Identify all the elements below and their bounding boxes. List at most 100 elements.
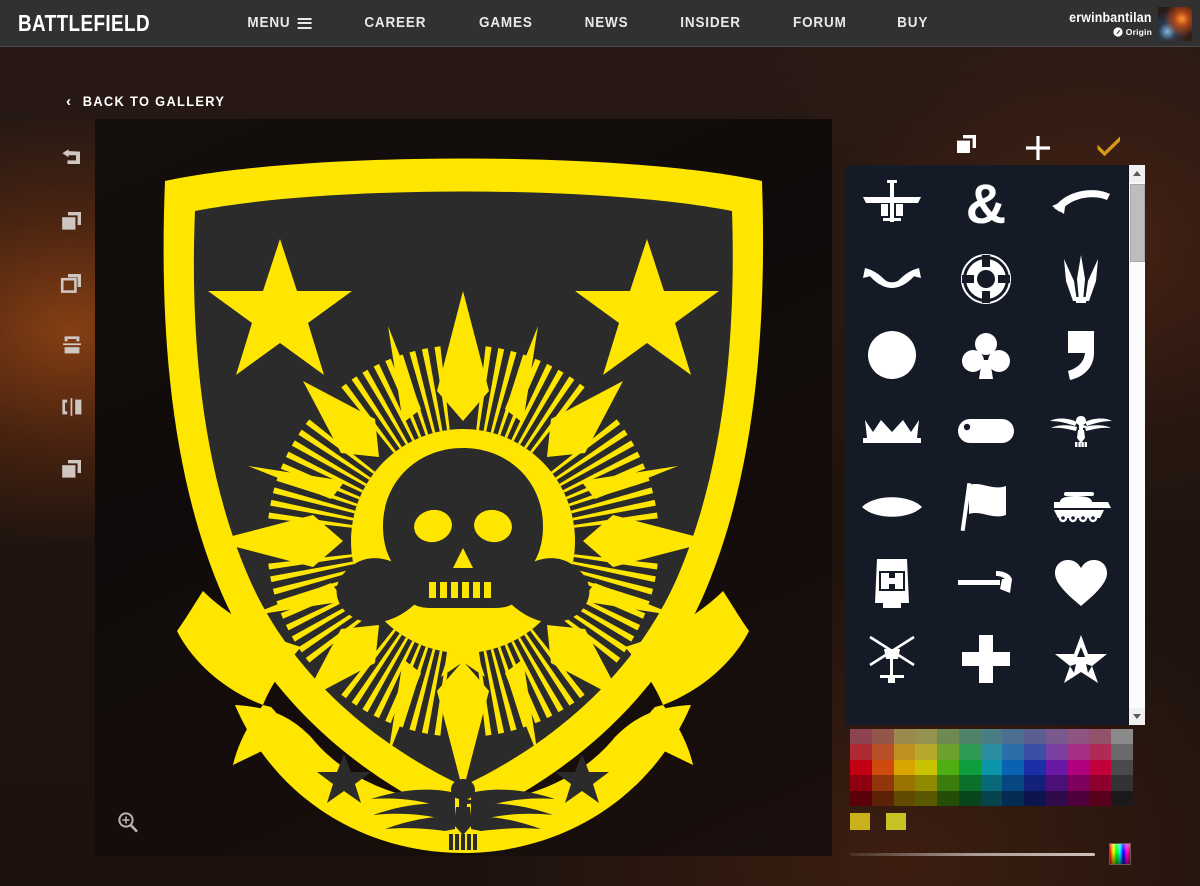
palette-swatch[interactable] — [1111, 790, 1133, 807]
palette-swatch[interactable] — [1111, 759, 1133, 776]
nav-item-insider[interactable]: INSIDER — [658, 15, 763, 31]
palette-swatch[interactable] — [1045, 744, 1068, 760]
emblem-canvas[interactable] — [95, 119, 832, 856]
palette-swatch[interactable] — [1067, 729, 1090, 745]
battlefield-logo[interactable]: BATTLEFIELD — [18, 10, 150, 37]
nav-item-news[interactable]: NEWS — [562, 15, 650, 31]
flip-horizontal-button[interactable] — [50, 376, 94, 438]
palette-swatch[interactable] — [1089, 759, 1112, 776]
palette-swatch[interactable] — [958, 759, 981, 776]
palette-swatch[interactable] — [1024, 775, 1046, 791]
recent-color-swatch[interactable] — [850, 813, 870, 830]
palette-swatch[interactable] — [850, 729, 872, 745]
palette-swatch[interactable] — [937, 759, 959, 776]
palette-swatch[interactable] — [1024, 729, 1046, 745]
palette-swatch[interactable] — [915, 729, 938, 745]
shape-cross-plus[interactable] — [939, 621, 1033, 697]
palette-swatch[interactable] — [980, 744, 1003, 760]
palette-swatch[interactable] — [915, 744, 938, 760]
palette-swatch[interactable] — [1024, 790, 1046, 807]
shape-goggles[interactable] — [845, 545, 939, 621]
palette-swatch[interactable] — [871, 775, 894, 791]
shape-eagle-wings[interactable] — [1034, 393, 1128, 469]
zoom-in-button[interactable] — [109, 804, 147, 842]
shape-dog-tag[interactable] — [939, 393, 1033, 469]
shape-heart[interactable] — [1034, 545, 1128, 621]
palette-swatch[interactable] — [893, 759, 916, 776]
palette-swatch[interactable] — [1089, 744, 1112, 760]
palette-swatch[interactable] — [980, 775, 1003, 791]
palette-swatch[interactable] — [980, 729, 1003, 745]
palette-swatch[interactable] — [871, 744, 894, 760]
palette-swatch[interactable] — [1067, 775, 1090, 791]
palette-swatch[interactable] — [1002, 744, 1025, 760]
duplicate-layer-button[interactable] — [50, 190, 94, 252]
avatar[interactable] — [1158, 6, 1192, 41]
shape-life-preserver[interactable] — [939, 241, 1033, 317]
tab-confirm[interactable] — [1073, 126, 1145, 170]
shape-comma[interactable] — [1034, 317, 1128, 393]
tab-add-shape[interactable] — [1002, 126, 1074, 170]
palette-swatch[interactable] — [937, 790, 959, 807]
tab-layers[interactable] — [930, 126, 1002, 170]
color-palette-grid[interactable] — [850, 729, 1133, 807]
palette-swatch[interactable] — [958, 790, 981, 807]
palette-swatch[interactable] — [1002, 775, 1025, 791]
palette-swatch[interactable] — [980, 790, 1003, 807]
palette-swatch[interactable] — [937, 744, 959, 760]
palette-swatch[interactable] — [1067, 790, 1090, 807]
palette-swatch[interactable] — [1111, 775, 1133, 791]
color-picker-swatch[interactable] — [1109, 843, 1131, 865]
scrollbar-track[interactable] — [1128, 182, 1145, 708]
palette-swatch[interactable] — [850, 790, 872, 807]
palette-swatch[interactable] — [937, 775, 959, 791]
shape-lens[interactable] — [845, 469, 939, 545]
shape-grass-blades[interactable] — [1034, 241, 1128, 317]
nav-item-forum[interactable]: FORUM — [770, 15, 868, 31]
palette-swatch[interactable] — [850, 744, 872, 760]
palette-swatch[interactable] — [1045, 790, 1068, 807]
recent-color-swatch[interactable] — [886, 813, 906, 830]
shape-circle[interactable] — [845, 317, 939, 393]
palette-swatch[interactable] — [1067, 759, 1090, 776]
palette-swatch[interactable] — [1002, 790, 1025, 807]
nav-item-menu[interactable]: MENU — [225, 15, 334, 31]
palette-swatch[interactable] — [871, 729, 894, 745]
palette-swatch[interactable] — [1089, 729, 1112, 745]
shape-airplane[interactable] — [845, 165, 939, 241]
shape-club-suit[interactable] — [939, 317, 1033, 393]
palette-swatch[interactable] — [850, 775, 872, 791]
palette-swatch[interactable] — [980, 759, 1003, 776]
palette-swatch[interactable] — [1024, 759, 1046, 776]
shape-helicopter[interactable] — [845, 621, 939, 697]
palette-swatch[interactable] — [915, 759, 938, 776]
layer-order-button[interactable] — [50, 438, 94, 500]
shape-hammer[interactable] — [939, 545, 1033, 621]
shape-curved-arrow[interactable] — [1034, 165, 1128, 241]
scroll-down-arrow[interactable] — [1128, 708, 1145, 725]
shape-star-outline[interactable] — [1034, 621, 1128, 697]
palette-swatch[interactable] — [1111, 729, 1133, 745]
palette-swatch[interactable] — [871, 759, 894, 776]
scrollbar-thumb[interactable] — [1129, 184, 1145, 262]
palette-swatch[interactable] — [1045, 775, 1068, 791]
shape-tank[interactable] — [1034, 469, 1128, 545]
nav-item-career[interactable]: CAREER — [342, 15, 449, 31]
palette-swatch[interactable] — [893, 775, 916, 791]
palette-swatch[interactable] — [1045, 759, 1068, 776]
shape-ampersand[interactable]: & — [939, 165, 1033, 241]
shape-banner-ribbon[interactable] — [845, 241, 939, 317]
palette-swatch[interactable] — [1067, 744, 1090, 760]
nav-item-buy[interactable]: BUY — [875, 15, 951, 31]
shape-crown[interactable] — [845, 393, 939, 469]
palette-swatch[interactable] — [893, 729, 916, 745]
palette-swatch[interactable] — [1002, 729, 1025, 745]
shape-grid-scrollbar[interactable] — [1128, 165, 1145, 725]
shape-flag[interactable] — [939, 469, 1033, 545]
palette-swatch[interactable] — [958, 729, 981, 745]
palette-swatch[interactable] — [850, 759, 872, 776]
palette-swatch[interactable] — [915, 790, 938, 807]
palette-swatch[interactable] — [937, 729, 959, 745]
back-to-gallery-link[interactable]: ‹ BACK TO GALLERY — [66, 94, 229, 109]
palette-swatch[interactable] — [871, 790, 894, 807]
